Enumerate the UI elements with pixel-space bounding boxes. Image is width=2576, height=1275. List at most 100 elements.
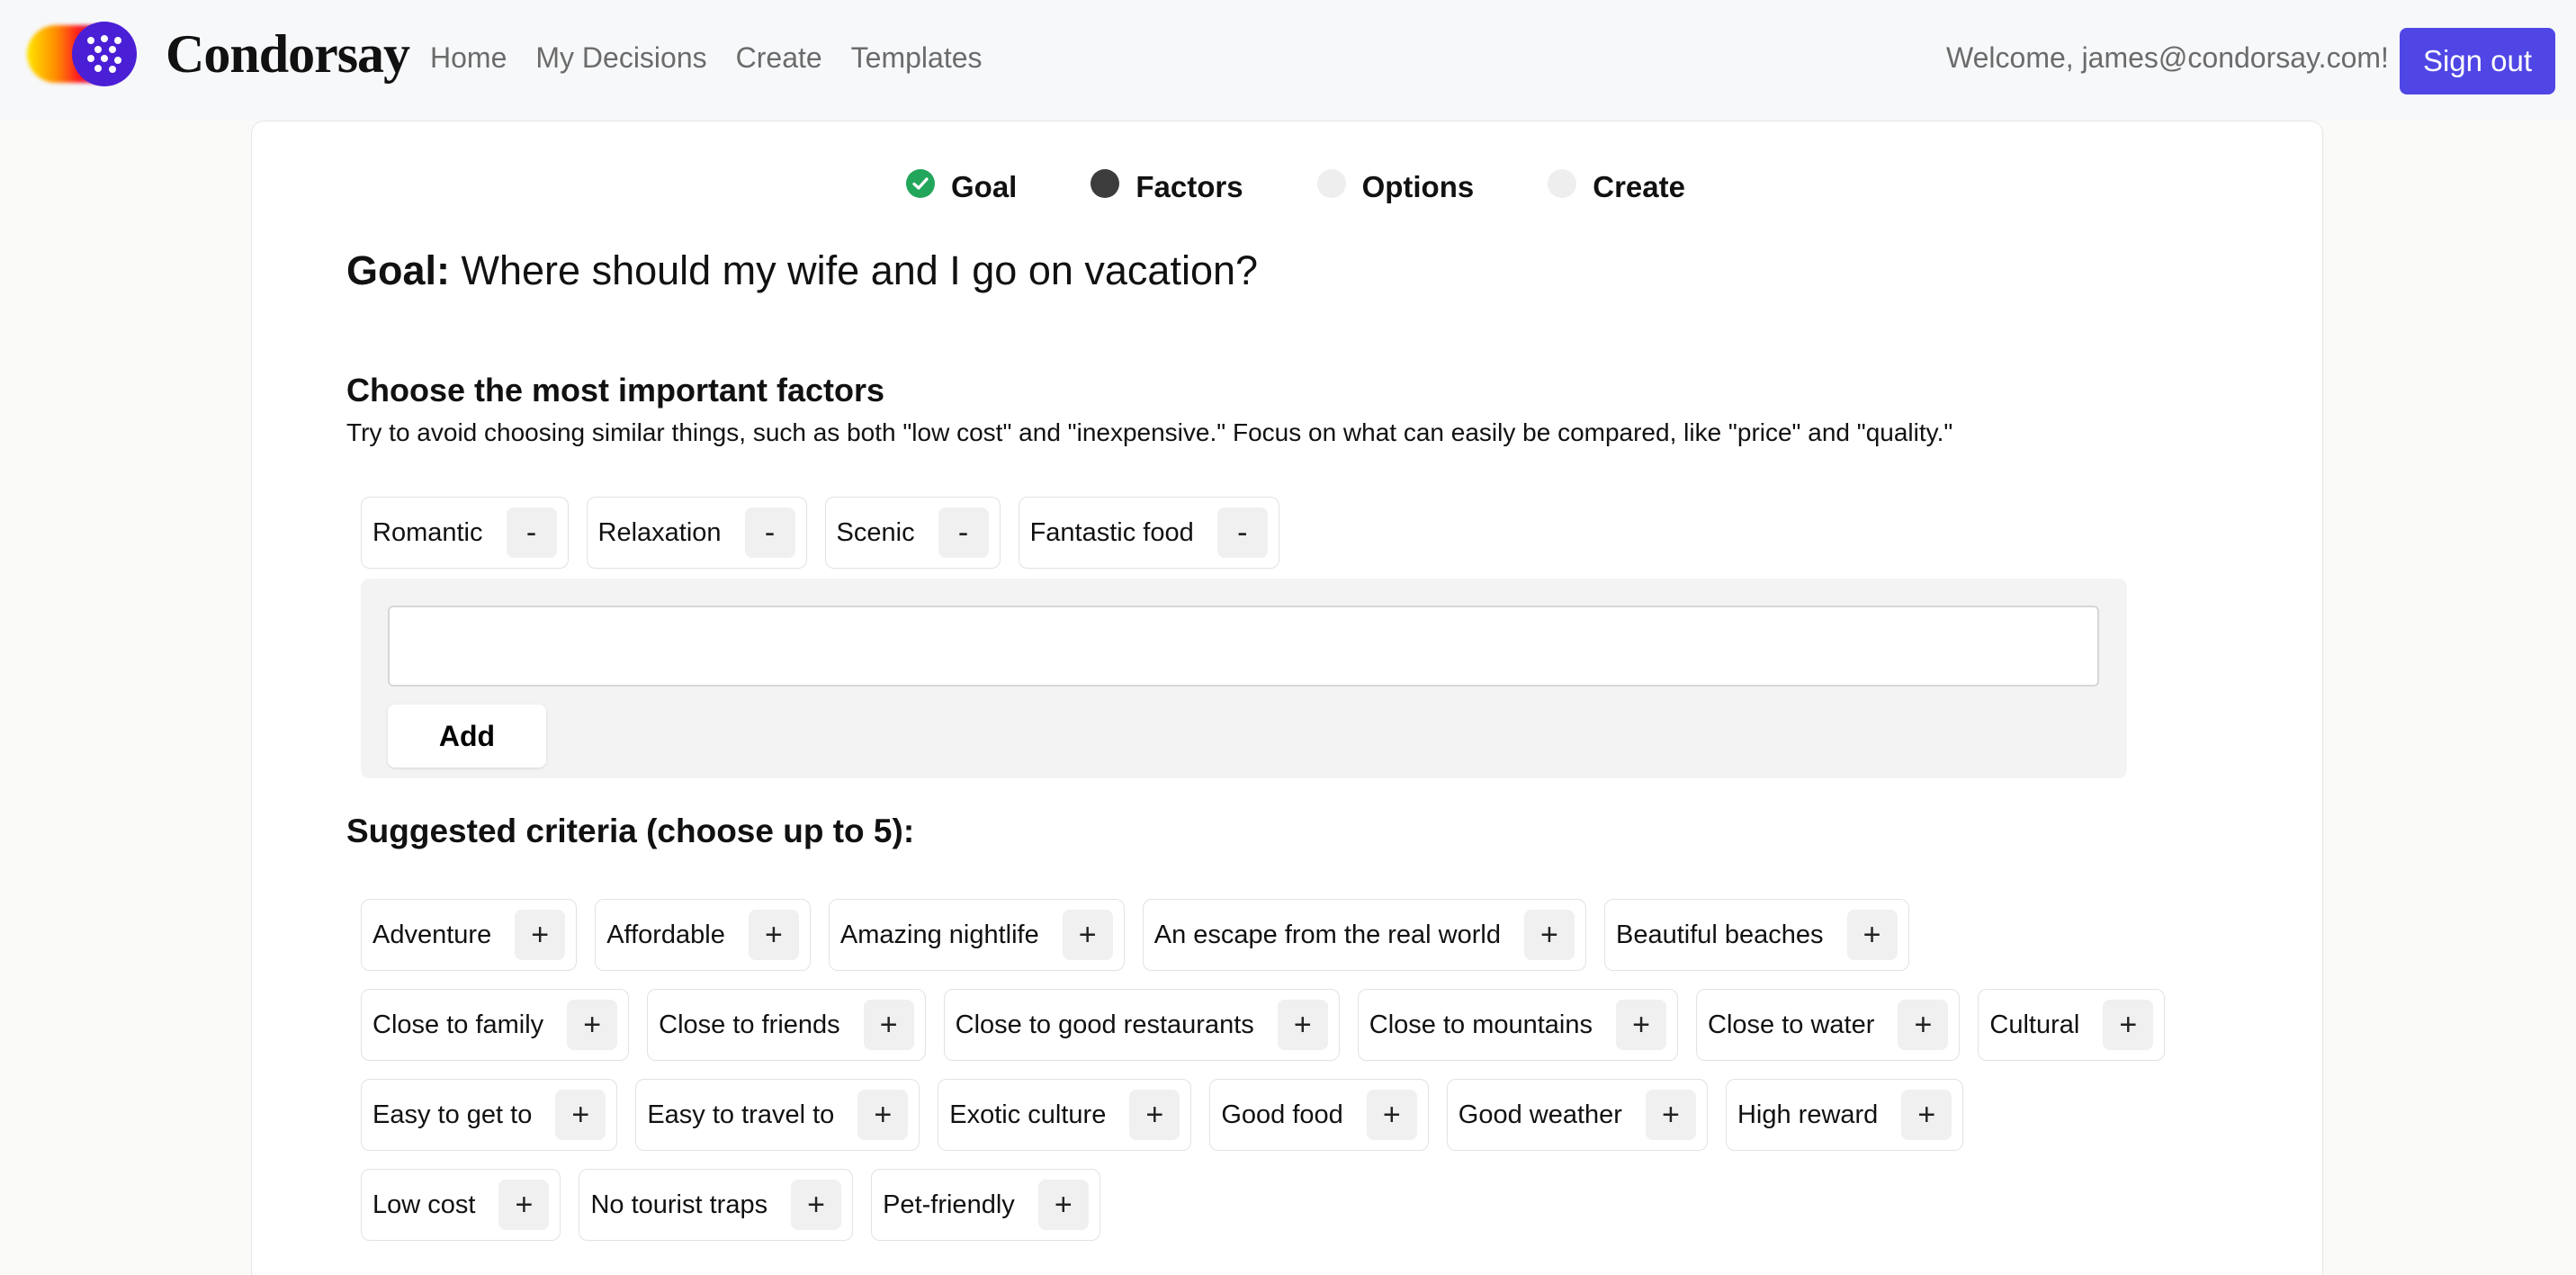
- factor-label: Romantic: [372, 517, 483, 547]
- add-suggestion-button[interactable]: +: [857, 1090, 909, 1140]
- suggested-label: Good food: [1221, 1100, 1343, 1129]
- add-suggestion-button[interactable]: +: [1523, 910, 1575, 960]
- add-suggestion-button[interactable]: +: [791, 1180, 842, 1230]
- suggested-row-3: Easy to get to + Easy to travel to + Exoti…: [361, 1079, 1981, 1151]
- suggested-chip: Beautiful beaches +: [1603, 899, 1909, 971]
- current-step-dot-icon: [1091, 169, 1120, 198]
- step-label: Goal: [951, 170, 1018, 203]
- add-suggestion-button[interactable]: +: [2103, 1000, 2154, 1050]
- selected-factor-chip: Scenic -: [824, 497, 1001, 569]
- suggested-chip: Close to mountains +: [1357, 989, 1679, 1061]
- nav-templates[interactable]: Templates: [851, 41, 983, 75]
- add-suggestion-button[interactable]: +: [1062, 910, 1113, 960]
- add-suggestion-button[interactable]: +: [498, 1180, 550, 1230]
- suggested-chip: No tourist traps +: [579, 1169, 854, 1241]
- suggested-label: Close to mountains: [1369, 1010, 1593, 1039]
- selected-factor-chip: Fantastic food -: [1018, 497, 1279, 569]
- suggested-row-1: Adventure + Affordable + Amazing nightlife…: [361, 899, 1927, 971]
- factor-label: Fantastic food: [1029, 517, 1194, 547]
- sign-out-button[interactable]: Sign out: [2400, 28, 2555, 94]
- suggested-label: Cultural: [1989, 1010, 2080, 1039]
- pending-step-dot-icon: [1316, 169, 1346, 198]
- remove-factor-button[interactable]: -: [938, 507, 989, 558]
- add-suggestion-button[interactable]: +: [515, 910, 566, 960]
- step-create[interactable]: Create: [1548, 169, 1685, 204]
- suggested-chip: Good weather +: [1446, 1079, 1708, 1151]
- nav-my-decisions[interactable]: My Decisions: [535, 41, 706, 75]
- add-suggestion-button[interactable]: +: [863, 1000, 914, 1050]
- main-nav: Home My Decisions Create Templates: [430, 41, 1011, 75]
- add-factor-button[interactable]: Add: [388, 705, 546, 768]
- suggested-label: An escape from the real world: [1153, 920, 1501, 949]
- suggested-chip: Close to good restaurants +: [943, 989, 1340, 1061]
- suggested-label: Adventure: [372, 920, 492, 949]
- suggested-chip: Close to friends +: [647, 989, 926, 1061]
- suggested-chip: An escape from the real world +: [1142, 899, 1586, 971]
- add-suggestion-button[interactable]: +: [1846, 910, 1898, 960]
- suggested-chip: Close to water +: [1696, 989, 1961, 1061]
- suggested-chip: Low cost +: [361, 1169, 561, 1241]
- factors-title: Choose the most important factors: [346, 372, 885, 409]
- add-suggestion-button[interactable]: +: [1616, 1000, 1667, 1050]
- suggested-chip: Easy to travel to +: [635, 1079, 920, 1151]
- logo-mark: [27, 22, 137, 86]
- wizard-steps: Goal Factors Options Create: [906, 169, 1759, 204]
- remove-factor-button[interactable]: -: [506, 507, 557, 558]
- step-label: Create: [1593, 170, 1685, 203]
- custom-factor-input[interactable]: [388, 606, 2099, 687]
- suggested-chip: High reward +: [1725, 1079, 1964, 1151]
- check-circle-icon: [906, 169, 935, 198]
- pending-step-dot-icon: [1548, 169, 1577, 198]
- factor-label: Scenic: [836, 517, 915, 547]
- add-suggestion-button[interactable]: +: [748, 910, 799, 960]
- suggested-label: Exotic culture: [949, 1100, 1107, 1129]
- selected-factor-chip: Relaxation -: [586, 497, 807, 569]
- nav-create[interactable]: Create: [736, 41, 822, 75]
- suggested-label: Beautiful beaches: [1615, 920, 1824, 949]
- wizard-card: Goal Factors Options Create Goal: Where …: [251, 121, 2323, 1275]
- add-suggestion-button[interactable]: +: [1645, 1090, 1696, 1140]
- selected-factor-chip: Romantic -: [361, 497, 569, 569]
- suggested-chip: Easy to get to +: [361, 1079, 618, 1151]
- remove-factor-button[interactable]: -: [744, 507, 795, 558]
- add-suggestion-button[interactable]: +: [1898, 1000, 1949, 1050]
- suggested-chip: Affordable +: [595, 899, 811, 971]
- suggested-row-2: Close to family + Close to friends + Close…: [361, 989, 2183, 1061]
- suggested-label: Close to family: [372, 1010, 544, 1039]
- step-options[interactable]: Options: [1316, 169, 1474, 204]
- step-factors[interactable]: Factors: [1091, 169, 1243, 204]
- selected-factors: Romantic - Relaxation - Scenic - Fantast…: [361, 497, 1297, 569]
- goal-prefix: Goal:: [346, 247, 451, 293]
- nav-home[interactable]: Home: [430, 41, 507, 75]
- logo-dots-icon: [72, 22, 137, 86]
- add-suggestion-button[interactable]: +: [555, 1090, 606, 1140]
- goal-text: Where should my wife and I go on vacatio…: [461, 247, 1259, 293]
- factors-hint: Try to avoid choosing similar things, su…: [346, 418, 1953, 446]
- add-suggestion-button[interactable]: +: [1037, 1180, 1089, 1230]
- suggested-title: Suggested criteria (choose up to 5):: [346, 813, 915, 849]
- suggested-label: Close to good restaurants: [955, 1010, 1254, 1039]
- remove-factor-button[interactable]: -: [1216, 507, 1268, 558]
- suggested-label: Good weather: [1458, 1100, 1622, 1129]
- suggested-label: Pet-friendly: [883, 1190, 1015, 1219]
- suggested-label: No tourist traps: [590, 1190, 768, 1219]
- goal-heading: Goal: Where should my wife and I go on v…: [346, 247, 1258, 294]
- add-suggestion-button[interactable]: +: [1129, 1090, 1180, 1140]
- add-suggestion-button[interactable]: +: [567, 1000, 618, 1050]
- add-suggestion-button[interactable]: +: [1366, 1090, 1417, 1140]
- suggested-row-4: Low cost + No tourist traps + Pet-friendly…: [361, 1169, 1118, 1241]
- add-suggestion-button[interactable]: +: [1277, 1000, 1328, 1050]
- step-goal[interactable]: Goal: [906, 169, 1018, 204]
- add-suggestion-button[interactable]: +: [1901, 1090, 1952, 1140]
- suggested-chip: Close to family +: [361, 989, 630, 1061]
- suggested-chip: Exotic culture +: [938, 1079, 1192, 1151]
- suggested-chip: Adventure +: [361, 899, 578, 971]
- custom-factor-panel: Add: [361, 579, 2127, 778]
- suggested-label: High reward: [1737, 1100, 1879, 1129]
- suggested-chip: Amazing nightlife +: [828, 899, 1125, 971]
- suggested-label: Close to friends: [659, 1010, 840, 1039]
- brand-logo[interactable]: Condorsay: [27, 22, 410, 86]
- suggested-label: Amazing nightlife: [839, 920, 1039, 949]
- suggested-chip: Pet-friendly +: [871, 1169, 1100, 1241]
- top-navbar: Condorsay Home My Decisions Create Templ…: [0, 0, 2576, 121]
